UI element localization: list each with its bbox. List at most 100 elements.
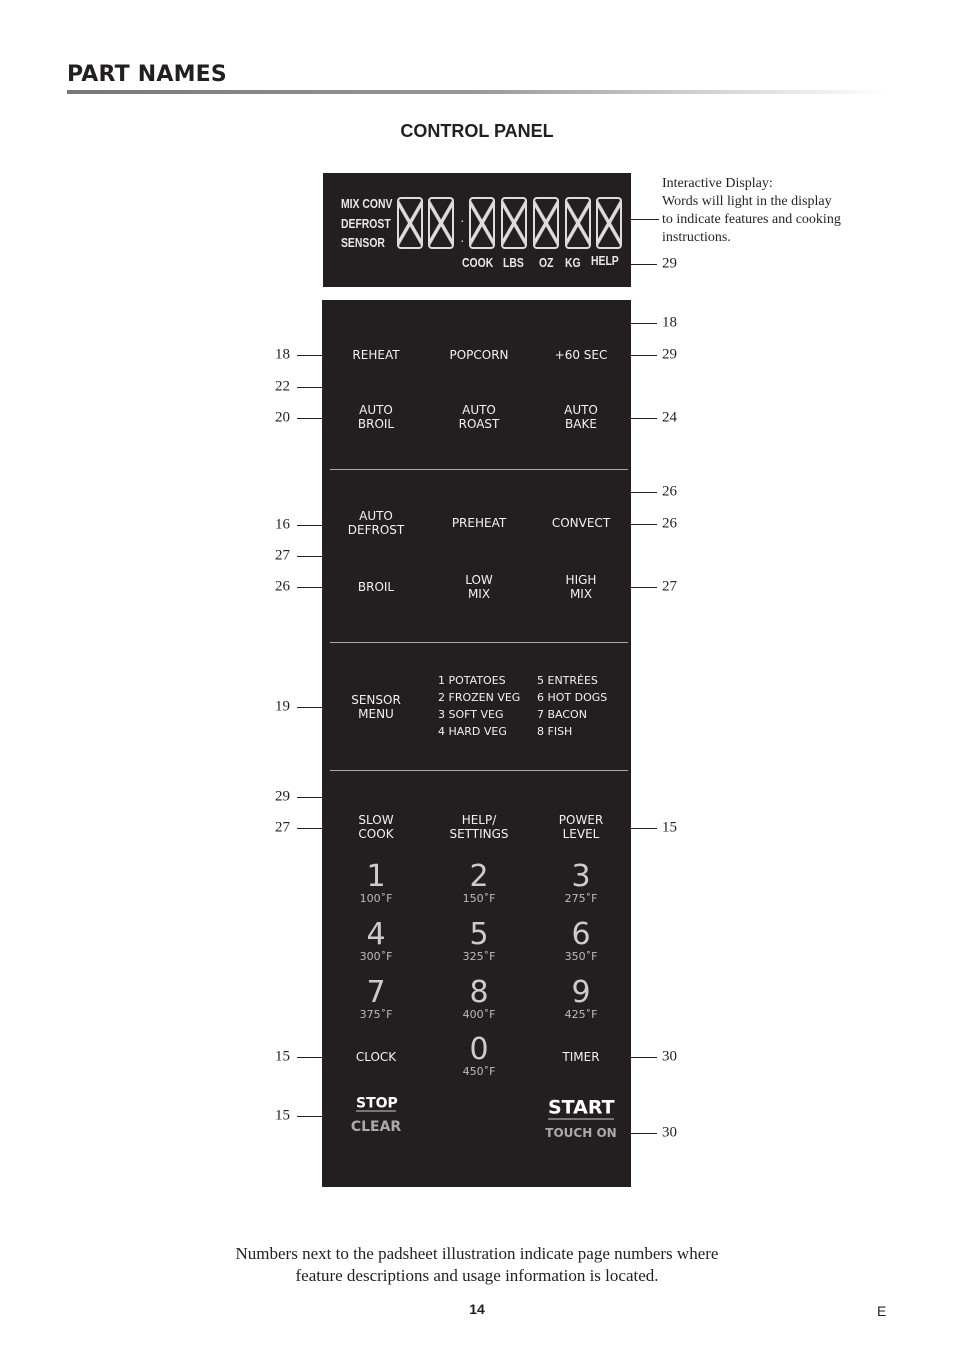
pad-label: COOK — [358, 827, 394, 841]
power-level-pad[interactable]: POWER LEVEL — [526, 813, 636, 841]
word-oz: OZ — [539, 255, 554, 270]
stop-pad[interactable]: STOP — [356, 1097, 398, 1112]
page-ref-right: 27 — [662, 578, 677, 595]
language-marker: E — [877, 1303, 887, 1319]
convect-pad[interactable]: CONVECT — [526, 516, 636, 530]
auto-bake-pad[interactable]: AUTO BAKE — [526, 403, 636, 431]
digit-key-3[interactable]: 3 — [541, 861, 621, 893]
page-ref-left: 20 — [275, 409, 290, 426]
leader-line — [479, 323, 657, 324]
auto-roast-pad[interactable]: AUTO ROAST — [424, 403, 534, 431]
slow-cook-pad[interactable]: SLOW COOK — [321, 813, 431, 841]
digit-segment — [397, 197, 423, 249]
page-ref-right: 26 — [662, 515, 677, 532]
leader-line — [612, 524, 657, 525]
sensor-list-1: 1 POTATOES 2 FROZEN VEG 3 SOFT VEG 4 HARD V… — [438, 672, 520, 740]
section-title: CONTROL PANEL — [400, 121, 554, 141]
pad-label: MENU — [358, 707, 394, 721]
digit-key-0[interactable]: 0 — [439, 1034, 519, 1066]
leader-line — [297, 387, 479, 388]
pad-label: AUTO — [564, 403, 598, 417]
low-mix-pad[interactable]: LOW MIX — [424, 573, 534, 601]
colon-icon: · · — [460, 212, 465, 248]
divider — [330, 770, 628, 771]
sensor-item: 1 POTATOES — [438, 674, 506, 687]
title-rule — [67, 90, 887, 94]
digit-segment — [469, 197, 495, 249]
leader-line — [620, 1133, 657, 1134]
digit-segment — [596, 197, 622, 249]
page-title: PART NAMES — [67, 62, 227, 87]
digit-key-6[interactable]: 6 — [541, 919, 621, 951]
sensor-item: 3 SOFT VEG — [438, 708, 504, 721]
note-line: instructions. — [662, 230, 731, 245]
temperature-label: 300˚F — [359, 950, 393, 963]
sensor-item: 6 HOT DOGS — [537, 691, 608, 704]
help-settings-pad[interactable]: HELP/SETTINGS — [424, 813, 534, 841]
pad-label: HELP/ — [461, 813, 497, 827]
pad-label: SLOW — [358, 813, 394, 827]
word-lbs: LBS — [503, 255, 524, 270]
pad-label: SETTINGS — [449, 827, 509, 841]
leader-line — [479, 492, 657, 493]
digit-key-5[interactable]: 5 — [439, 919, 519, 951]
note-line: feature descriptions and usage informati… — [295, 1266, 659, 1285]
note-line: to indicate features and cooking — [662, 212, 841, 227]
start-pad[interactable]: START — [548, 1097, 615, 1120]
page-ref-right: 26 — [662, 483, 677, 500]
leader-line — [479, 387, 480, 398]
temperature-label: 325˚F — [462, 950, 496, 963]
digit-key-7[interactable]: 7 — [336, 977, 416, 1009]
pad-label: BROIL — [357, 417, 395, 431]
pad-label: AUTO — [462, 403, 496, 417]
digit-key-2[interactable]: 2 — [439, 861, 519, 893]
leader-line — [297, 587, 345, 588]
temperature-label: 150˚F — [462, 892, 496, 905]
leader-line — [479, 556, 480, 568]
indicator-defrost: DEFROST — [341, 216, 391, 231]
page-ref-right: 29 — [662, 346, 677, 363]
auto-broil-pad[interactable]: AUTO BROIL — [321, 403, 431, 431]
temperature-label: 375˚F — [359, 1008, 393, 1021]
page-ref-right: 30 — [662, 1124, 677, 1141]
pad-label: BAKE — [565, 417, 597, 431]
page-ref-left: 27 — [275, 547, 290, 564]
preheat-pad[interactable]: PREHEAT — [424, 516, 534, 530]
auto-defrost-pad[interactable]: AUTO DEFROST — [321, 509, 431, 537]
leader-line — [297, 707, 345, 708]
leader-line — [297, 525, 345, 526]
note-line: Words will light in the display — [662, 194, 832, 209]
digit-key-9[interactable]: 9 — [541, 977, 621, 1009]
leader-line — [479, 323, 480, 343]
display-note: Interactive Display: Words will light in… — [662, 175, 841, 247]
divider — [330, 469, 628, 470]
word-kg: KG — [565, 255, 581, 270]
sensor-item: 5 ENTRÉES — [537, 674, 598, 687]
leader-line — [605, 828, 657, 829]
temperature-label: 400˚F — [462, 1008, 496, 1021]
clear-pad[interactable]: CLEAR — [321, 1120, 431, 1134]
indicator-sensor: SENSOR — [341, 235, 385, 250]
pad-label: LOW — [465, 573, 493, 587]
page-ref-right: 29 — [662, 255, 677, 272]
digit-key-1[interactable]: 1 — [336, 861, 416, 893]
temperature-label: 450˚F — [462, 1065, 496, 1078]
divider — [330, 642, 628, 643]
pad-label: AUTO — [359, 509, 393, 523]
sensor-item: 7 BACON — [537, 708, 587, 721]
pad-label: LEVEL — [562, 827, 600, 841]
pad-label: ROAST — [458, 417, 500, 431]
page-ref-left: 22 — [275, 378, 290, 395]
digit-key-4[interactable]: 4 — [336, 919, 416, 951]
page-ref-right: 24 — [662, 409, 677, 426]
pad-label: AUTO — [359, 403, 393, 417]
page-ref-right: 15 — [662, 819, 677, 836]
pad-label: POWER — [558, 813, 604, 827]
digit-key-8[interactable]: 8 — [439, 977, 519, 1009]
popcorn-pad[interactable]: POPCORN — [424, 348, 534, 362]
sensor-item: 2 FROZEN VEG — [438, 691, 521, 704]
footer-note: Numbers next to the padsheet illustratio… — [0, 1243, 954, 1287]
page-ref-left: 15 — [275, 1048, 290, 1065]
sensor-list-2: 5 ENTRÉES 6 HOT DOGS 7 BACON 8 FISH — [537, 672, 607, 740]
leader-line — [479, 492, 480, 512]
